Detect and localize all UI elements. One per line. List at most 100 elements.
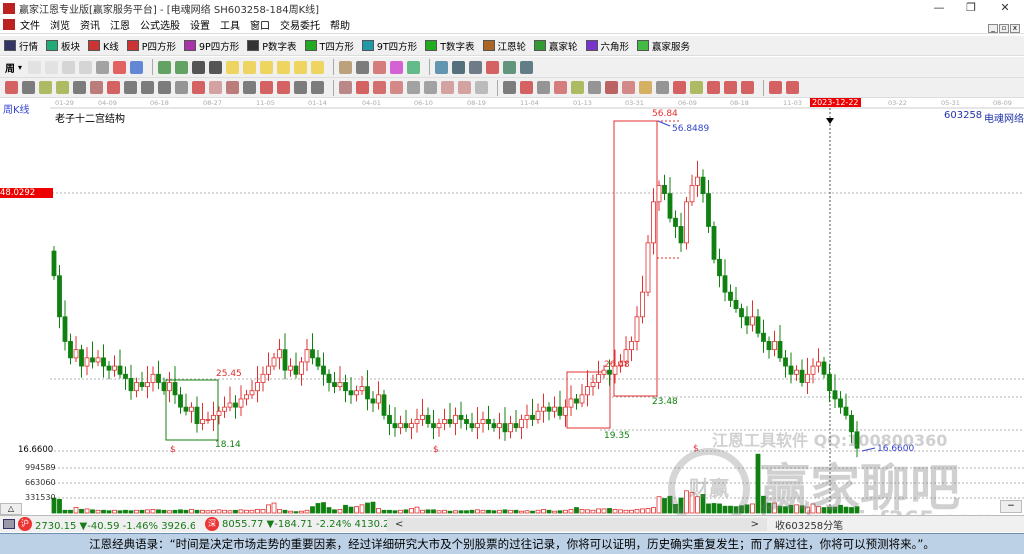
candle [128, 364, 134, 400]
volume-bar [447, 510, 453, 514]
collapse-panel-button[interactable]: △ [0, 503, 22, 515]
candle-body [403, 423, 409, 429]
candle [112, 355, 117, 377]
volume-bar [95, 509, 101, 514]
candle [79, 344, 84, 378]
candle-body [106, 365, 112, 371]
candle-body [717, 258, 722, 277]
candle-body [172, 382, 178, 396]
candle-body [431, 423, 436, 429]
candle-body [101, 357, 106, 367]
candle-body [546, 406, 552, 412]
candle [667, 177, 673, 223]
volume-bar [541, 508, 546, 514]
candle-body [387, 414, 392, 424]
sz-index-quote: 8055.77 ▼-184.71 -2.24% 4130.26 [222, 518, 387, 530]
zoom-out-button[interactable]: − [1000, 500, 1022, 513]
candle-body [315, 357, 321, 367]
volume-bar [530, 510, 535, 514]
candle-body [458, 414, 464, 420]
candle-body [128, 377, 134, 392]
candle-body [799, 369, 805, 383]
candle [370, 391, 376, 413]
volume-bar [101, 509, 106, 514]
candle [777, 325, 783, 362]
candle-body [535, 410, 541, 420]
volume-bar [354, 506, 359, 514]
candle [249, 380, 255, 399]
candle-body [73, 349, 79, 359]
volume-bar [178, 509, 183, 514]
candle-body [255, 382, 260, 392]
volume-bar [260, 508, 266, 514]
candle-body [634, 316, 640, 342]
candle [178, 387, 183, 414]
volume-bar [596, 508, 601, 514]
volume-bar [502, 509, 508, 514]
candle [508, 415, 513, 439]
candle-body [579, 394, 585, 404]
candle [590, 374, 596, 396]
candle-body [90, 357, 95, 363]
high-label: 56.84 [652, 109, 678, 119]
candle-body [244, 394, 249, 400]
candle [574, 394, 579, 410]
volume-bar [640, 508, 645, 514]
volume-axis-label: 663060 [25, 478, 56, 487]
candle [535, 403, 541, 424]
candle-body [343, 382, 348, 392]
candle [722, 259, 728, 302]
candle-body [189, 406, 194, 412]
volume-bar [332, 509, 337, 514]
volume-bar [381, 509, 387, 514]
candle-body [233, 402, 238, 408]
volume-bar [612, 508, 618, 514]
volume-bar [156, 509, 161, 514]
candle [706, 180, 711, 234]
candle [90, 341, 95, 369]
horizontal-scrollbar[interactable]: < > [387, 517, 767, 531]
volume-bar [464, 510, 469, 514]
candle-body [700, 176, 706, 195]
candle-body [590, 382, 596, 388]
candle-body [502, 423, 508, 433]
candle-body [112, 365, 117, 371]
candle [502, 407, 508, 441]
candle [519, 414, 524, 440]
candle [244, 389, 249, 406]
candle-body [62, 316, 68, 342]
volume-bar [491, 510, 497, 514]
volume-bar [205, 510, 211, 514]
candle [299, 357, 304, 386]
volume-bar [84, 508, 90, 514]
calculator-icon[interactable] [3, 519, 15, 529]
volume-bar [238, 509, 244, 514]
candle [194, 396, 200, 433]
candle-body [843, 406, 849, 416]
scroll-left-button[interactable]: < [395, 518, 403, 531]
candle-body [150, 373, 156, 383]
candle [453, 407, 458, 436]
candle-body [348, 390, 354, 396]
candle [431, 410, 436, 440]
scroll-right-button[interactable]: > [751, 518, 759, 531]
candle [568, 385, 574, 417]
level-label: 25.45 [216, 369, 242, 379]
candle [73, 336, 79, 362]
candle [684, 196, 689, 250]
candle [843, 393, 849, 420]
candle [717, 248, 722, 288]
candle [491, 418, 497, 432]
candle [84, 347, 90, 376]
candle [629, 336, 634, 362]
tick-detail-link[interactable]: 收603258分笔 [775, 517, 843, 532]
volume-bar [585, 509, 590, 514]
candle [761, 319, 766, 353]
candle-body [777, 341, 783, 359]
volume-bar [326, 507, 332, 514]
candle-body [167, 382, 172, 392]
candle-body [552, 406, 557, 412]
volume-bar [68, 509, 73, 514]
volume-bar [629, 509, 634, 514]
volume-bar [623, 509, 629, 514]
